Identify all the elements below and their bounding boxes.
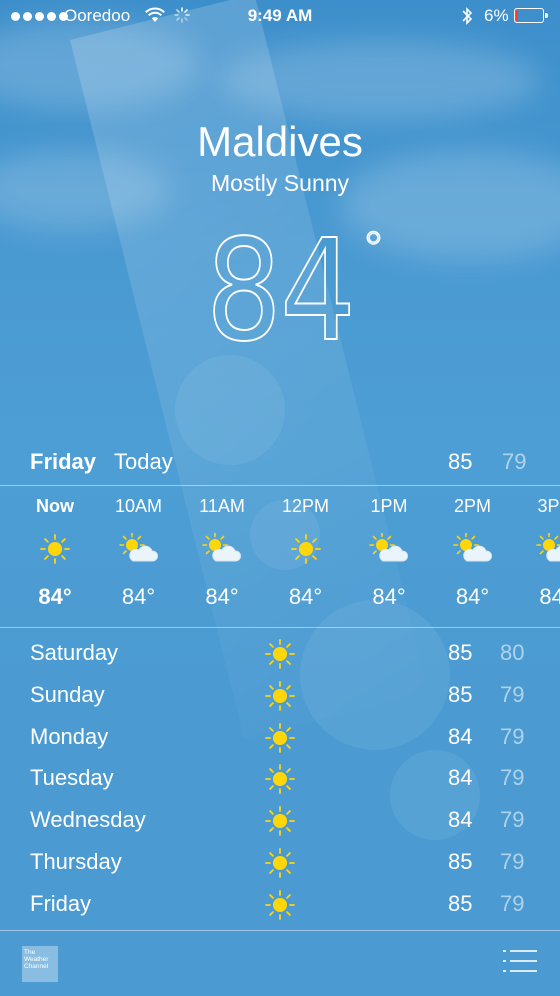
day-high: 85 (448, 640, 473, 665)
status-time: 9:49 AM (247, 6, 313, 25)
hour-label: 10AM (114, 496, 163, 516)
sun-icon (264, 847, 296, 885)
today-day: Friday (30, 449, 97, 474)
hourly-item: 12PM 84° (264, 488, 348, 610)
day-low: 79 (500, 723, 525, 749)
today-low: 79 (502, 449, 527, 474)
hourly-forecast[interactable]: Now 84° 10AM 84° 11AM 84° 12PM 84° 1PM 84° 2PM … (0, 488, 560, 626)
weather-channel-logo[interactable]: The Weather Channel (22, 946, 58, 982)
hour-label: 12PM (281, 496, 330, 516)
sun-icon (264, 524, 348, 574)
sun-icon (13, 524, 97, 574)
battery-percent: 6% (484, 6, 509, 25)
footer: The Weather Channel (0, 931, 560, 996)
degree-symbol: ° (361, 221, 386, 277)
day-name: Sunday (30, 681, 105, 707)
weather-condition: Mostly Sunny (210, 170, 350, 196)
current-temperature: 84 ° (0, 209, 560, 374)
divider (0, 627, 560, 628)
hour-temperature: 84° (121, 584, 156, 609)
today-summary: Friday Today 85 79 (0, 449, 560, 479)
hour-label: 2PM (453, 496, 491, 516)
hour-temperature: 84° (455, 584, 490, 609)
hour-label: 11AM (199, 496, 245, 516)
hourly-item: 2PM 84° (431, 488, 515, 610)
day-high: 85 (448, 681, 473, 707)
hourly-item: Now 84° (13, 488, 97, 610)
sun-cloud-icon (431, 524, 515, 574)
day-high: 84 (448, 807, 473, 833)
battery-icon (514, 8, 548, 23)
hourly-item: 1PM 84° (347, 488, 431, 610)
sun-icon (264, 680, 296, 718)
bluetooth-icon (462, 7, 473, 25)
list-icon[interactable] (503, 949, 537, 973)
today-label: Today (114, 449, 173, 474)
hourly-item: 11AM 84° (180, 488, 264, 610)
sun-cloud-icon (347, 524, 431, 574)
current-temperature-value: 84 (205, 209, 356, 374)
day-low: 79 (500, 848, 525, 874)
hour-temperature: 84° (38, 584, 72, 609)
day-name: Tuesday (30, 765, 114, 791)
day-high: 84 (448, 765, 473, 791)
sun-icon (264, 805, 296, 843)
day-high: 85 (448, 848, 473, 874)
daily-row: Wednesday 84 79 (0, 800, 560, 842)
sun-cloud-icon (180, 524, 264, 574)
day-name: Monday (30, 723, 109, 749)
location-name: Maldives (197, 118, 363, 165)
day-low: 79 (500, 765, 525, 791)
day-low: 80 (500, 640, 525, 665)
daily-row: Monday 84 79 (0, 717, 560, 759)
hour-temperature: 84° (205, 584, 239, 609)
day-name: Friday (30, 890, 92, 916)
hour-label: 1PM (370, 496, 408, 516)
status-bar: Ooredoo 9:49 AM 6% (0, 0, 560, 34)
day-high: 84 (448, 723, 473, 749)
divider (0, 485, 560, 486)
sun-cloud-icon (97, 524, 181, 574)
sun-icon (264, 763, 296, 801)
day-name: Thursday (30, 848, 122, 874)
daily-row: Sunday 85 79 (0, 675, 560, 717)
daily-row: Tuesday 84 79 (0, 758, 560, 800)
day-low: 79 (500, 681, 525, 707)
day-name: Wednesday (30, 807, 146, 833)
daily-forecast[interactable]: Saturday 85 80 Sunday 85 79 Monday 84 79 Tuesday 8… (0, 633, 560, 926)
day-name: Saturday (30, 640, 119, 665)
day-low: 79 (500, 807, 525, 833)
hourly-item: 3PM 84° (514, 488, 560, 610)
hour-temperature: 84° (372, 584, 406, 609)
sun-icon (264, 889, 296, 927)
hour-temperature: 84° (288, 584, 323, 609)
hour-temperature: 84° (539, 584, 560, 609)
hour-label: Now (36, 496, 74, 516)
daily-row: Thursday 85 79 (0, 842, 560, 884)
hour-label: 3PM (537, 496, 560, 516)
day-low: 79 (500, 890, 525, 916)
daily-row: Friday 85 79 (0, 884, 560, 926)
hourly-item: 10AM 84° (97, 488, 181, 610)
day-high: 85 (448, 890, 473, 916)
today-high: 85 (448, 449, 473, 474)
sun-icon (264, 722, 296, 760)
daily-row: Saturday 85 80 (0, 633, 560, 675)
sun-cloud-icon (514, 524, 560, 574)
sun-icon (264, 638, 296, 676)
